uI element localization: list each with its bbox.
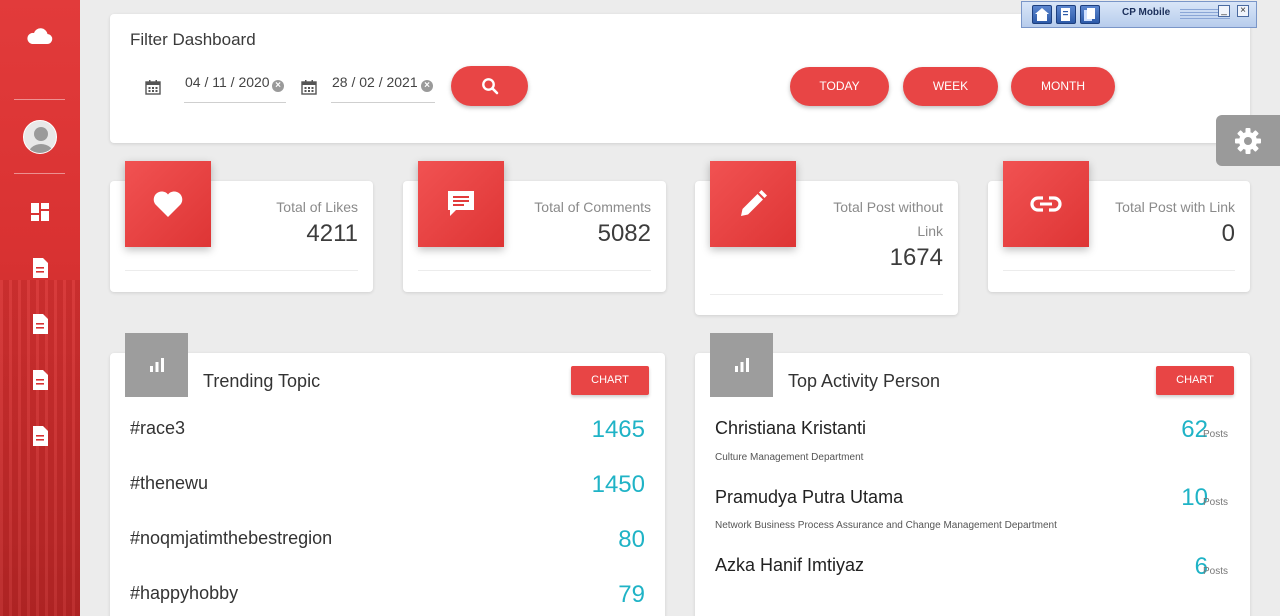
- stat-divider: [125, 270, 358, 271]
- activity-chart-button[interactable]: CHART: [1156, 366, 1234, 395]
- stat-tile: [418, 161, 504, 247]
- week-button[interactable]: WEEK: [903, 67, 998, 106]
- stat-divider: [710, 294, 943, 295]
- topic-count: 80: [618, 526, 645, 553]
- stat-value: 4211: [306, 220, 358, 247]
- stat-tile: [125, 161, 211, 247]
- comment-icon: [448, 191, 474, 216]
- panel-title: Trending Topic: [203, 371, 321, 391]
- document-icon[interactable]: [29, 369, 51, 391]
- cloud-icon[interactable]: [24, 24, 54, 48]
- filter-title: Filter Dashboard: [130, 30, 256, 49]
- gear-icon: [1235, 127, 1261, 154]
- person-unit: Posts: [1203, 566, 1229, 577]
- end-date-field[interactable]: 28 / 02 / 2021: [331, 68, 435, 103]
- clear-start-date-icon[interactable]: ×: [272, 80, 284, 92]
- person-name[interactable]: Azka Hanif Imtiyaz: [715, 555, 864, 576]
- filter-card: Filter Dashboard 04 / 11 / 2020 × 28 / 0…: [110, 14, 1250, 143]
- stat-label: Total Post without Link: [833, 195, 943, 243]
- home-glyph: [1035, 8, 1049, 21]
- stat-card-post-without-link: Total Post without Link 1674: [695, 161, 958, 315]
- stat-value: 1674: [889, 244, 943, 271]
- stat-divider: [1003, 270, 1235, 271]
- month-button[interactable]: MONTH: [1011, 67, 1115, 106]
- minimize-icon[interactable]: _: [1218, 5, 1230, 17]
- document-icon[interactable]: [29, 313, 51, 335]
- today-button[interactable]: TODAY: [790, 67, 889, 106]
- edit-document-glyph: [1061, 8, 1070, 21]
- stat-card-likes: Total of Likes 4211: [110, 161, 373, 292]
- panel-title: Top Activity Person: [788, 371, 941, 391]
- stat-value: 5082: [597, 220, 651, 247]
- bar-chart-glyph: [734, 358, 749, 372]
- top-activity-panel: Top Activity Person CHART Christiana Kri…: [695, 333, 1250, 616]
- start-date-value: 04 / 11 / 2020: [185, 74, 270, 90]
- stat-card-post-with-link: Total Post with Link 0: [988, 161, 1250, 292]
- sidebar-divider: [14, 173, 65, 174]
- topic-name[interactable]: #happyhobby: [130, 583, 238, 604]
- topic-count: 1450: [591, 471, 645, 498]
- topic-name[interactable]: #thenewu: [130, 473, 208, 494]
- trending-topic-panel: Trending Topic CHART #race3 1465 #thenew…: [110, 333, 665, 616]
- bar-chart-glyph: [149, 358, 164, 372]
- topic-name[interactable]: #race3: [130, 418, 185, 439]
- dashboard-icon[interactable]: [29, 201, 51, 223]
- topic-count: 79: [618, 581, 645, 608]
- home-icon[interactable]: [1032, 5, 1052, 24]
- stat-value: 0: [1221, 220, 1235, 247]
- person-department: Network Business Process Assurance and C…: [715, 520, 1057, 531]
- topic-name[interactable]: #noqmjatimthebestregion: [130, 528, 332, 549]
- edit-document-icon[interactable]: [1056, 5, 1076, 24]
- calendar-icon: [145, 80, 161, 95]
- bar-chart-icon: [710, 333, 773, 397]
- copy-icon[interactable]: [1080, 5, 1100, 24]
- topic-count: 1465: [591, 416, 645, 443]
- heart-icon: [153, 191, 183, 217]
- document-icon[interactable]: [29, 425, 51, 447]
- start-date-field[interactable]: 04 / 11 / 2020: [184, 68, 286, 103]
- clear-end-date-icon[interactable]: ×: [421, 80, 433, 92]
- stat-label: Total Post with Link: [1115, 199, 1235, 215]
- cp-mobile-toolbar: CP Mobile _ ×: [1021, 1, 1257, 28]
- calendar-icon: [301, 80, 317, 95]
- trending-chart-button[interactable]: CHART: [571, 366, 649, 395]
- stat-label: Total of Likes: [276, 199, 358, 215]
- stat-tile: [1003, 161, 1089, 247]
- bar-chart-icon: [125, 333, 188, 397]
- search-icon: [481, 78, 498, 95]
- cp-mobile-title: CP Mobile: [1122, 7, 1171, 18]
- settings-button[interactable]: [1216, 115, 1280, 166]
- person-name[interactable]: Christiana Kristanti: [715, 418, 866, 439]
- close-icon[interactable]: ×: [1237, 5, 1249, 17]
- person-unit: Posts: [1203, 429, 1229, 440]
- sidebar: [0, 0, 80, 616]
- pencil-icon: [741, 190, 767, 216]
- stat-label-line: Link: [917, 223, 943, 239]
- stat-label: Total of Comments: [534, 199, 651, 215]
- link-icon: [1030, 196, 1062, 212]
- person-department: Culture Management Department: [715, 452, 864, 463]
- stat-tile: [710, 161, 796, 247]
- avatar[interactable]: [23, 120, 57, 154]
- end-date-value: 28 / 02 / 2021: [332, 74, 418, 90]
- person-unit: Posts: [1203, 497, 1229, 508]
- stat-label-line: Total Post without: [833, 199, 943, 215]
- stat-divider: [418, 270, 651, 271]
- person-name[interactable]: Pramudya Putra Utama: [715, 487, 903, 508]
- document-icon[interactable]: [29, 257, 51, 279]
- stat-card-comments: Total of Comments 5082: [403, 161, 666, 292]
- search-button[interactable]: [451, 66, 528, 106]
- sidebar-divider: [14, 99, 65, 100]
- user-icon: [28, 127, 54, 153]
- copy-glyph: [1084, 8, 1095, 21]
